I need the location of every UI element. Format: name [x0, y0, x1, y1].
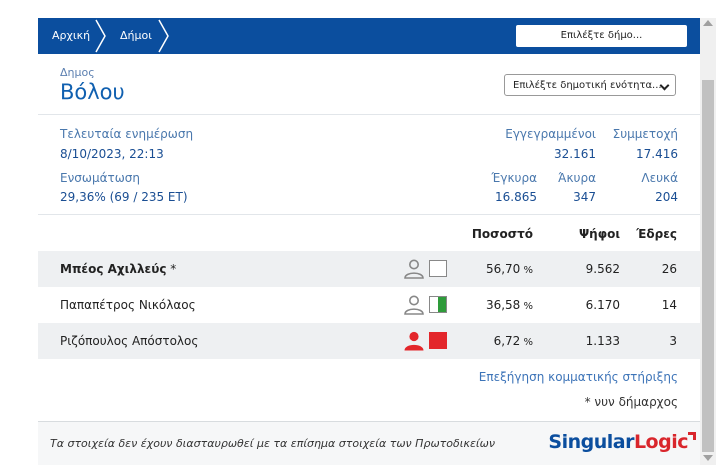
- candidate-votes: 6.170: [585, 298, 620, 312]
- party-support-explanation-link[interactable]: Επεξήγηση κομματικής στήριξης: [479, 370, 678, 384]
- integration-label: Ενσωμάτωση: [60, 171, 140, 185]
- column-header-percent: Ποσοστό: [471, 227, 533, 241]
- candidate-seats: 26: [661, 262, 677, 276]
- candidate-percent: 36,58 %: [485, 298, 533, 312]
- table-row[interactable]: Ριζόπουλος Απόστολος 6,72 % 1.133 3: [38, 323, 700, 359]
- column-header-votes: Ψήφοι: [578, 227, 620, 241]
- valid-label: Έγκυρα: [491, 171, 537, 185]
- candidate-seats: 14: [661, 298, 677, 312]
- chevron-right-icon: [158, 19, 169, 53]
- municipality-picker-button[interactable]: Επιλέξτε δήμο...: [516, 25, 687, 47]
- party-color-swatch: [429, 296, 447, 313]
- turnout-label: Συμμετοχή: [612, 127, 678, 141]
- current-mayor-marker: *: [166, 262, 177, 276]
- table-row[interactable]: Μπέος Αχιλλεύς * 56,70 % 9.562 26: [38, 251, 700, 287]
- column-header-seats: Έδρες: [636, 227, 677, 241]
- invalid-label: Άκυρα: [558, 171, 596, 185]
- valid-value: 16.865: [495, 190, 537, 204]
- candidate-name: Μπέος Αχιλλεύς *: [60, 262, 177, 276]
- registered-value: 32.161: [554, 147, 596, 161]
- registered-label: Εγγεγραμμένοι: [505, 127, 596, 141]
- candidate-seats: 3: [669, 334, 677, 348]
- candidate-percent: 56,70 %: [485, 262, 533, 276]
- singularlogic-logo: SingularLogic: [548, 431, 696, 453]
- candidate-person-icon: [404, 259, 424, 279]
- scroll-up-arrow-icon[interactable]: [703, 20, 713, 26]
- candidate-name: Ριζόπουλος Απόστολος: [60, 334, 199, 348]
- candidate-percent: 6,72 %: [493, 334, 533, 348]
- divider: [38, 114, 700, 115]
- candidate-person-icon: [404, 331, 424, 351]
- breadcrumb: Αρχική Δήμοι Επιλέξτε δήμο...: [38, 18, 700, 54]
- chevron-right-icon: [95, 19, 106, 53]
- party-color-swatch: [429, 260, 447, 277]
- vertical-scrollbar[interactable]: [700, 18, 716, 465]
- blank-label: Λευκά: [641, 171, 678, 185]
- last-update-label: Τελευταία ενημέρωση: [60, 127, 194, 141]
- integration-value: 29,36% (69 / 235 ΕΤ): [60, 190, 188, 204]
- page-title: Βόλου: [60, 80, 125, 104]
- municipal-unit-select[interactable]: Επιλέξτε δημοτική ενότητα...: [504, 74, 676, 96]
- table-row[interactable]: Παπαπέτρος Νικόλαος 36,58 % 6.170 14: [38, 287, 700, 323]
- candidate-votes: 9.562: [585, 262, 620, 276]
- last-update-value: 8/10/2023, 22:13: [60, 147, 164, 161]
- party-color-swatch: [429, 332, 447, 349]
- breadcrumb-municipalities-link[interactable]: Δήμοι: [120, 18, 152, 54]
- results-panel: Αρχική Δήμοι Επιλέξτε δήμο... Δημος Βόλο…: [38, 18, 700, 465]
- candidate-person-icon: [404, 295, 424, 315]
- candidate-votes: 1.133: [585, 334, 620, 348]
- municipal-unit-select-value: Επιλέξτε δημοτική ενότητα...: [513, 80, 662, 91]
- municipality-kicker: Δημος: [60, 66, 95, 79]
- scrollbar-thumb[interactable]: [702, 80, 714, 452]
- current-mayor-footnote: * νυν δήμαρχος: [584, 395, 678, 409]
- turnout-value: 17.416: [636, 147, 678, 161]
- scroll-down-arrow-icon[interactable]: [703, 455, 713, 461]
- divider: [38, 214, 700, 215]
- candidate-name: Παπαπέτρος Νικόλαος: [60, 298, 196, 312]
- breadcrumb-home-link[interactable]: Αρχική: [52, 18, 90, 54]
- invalid-value: 347: [573, 190, 596, 204]
- disclaimer-text: Τα στοιχεία δεν έχουν διασταυρωθεί με τα…: [50, 437, 495, 450]
- blank-value: 204: [655, 190, 678, 204]
- footer: Τα στοιχεία δεν έχουν διασταυρωθεί με τα…: [38, 421, 700, 465]
